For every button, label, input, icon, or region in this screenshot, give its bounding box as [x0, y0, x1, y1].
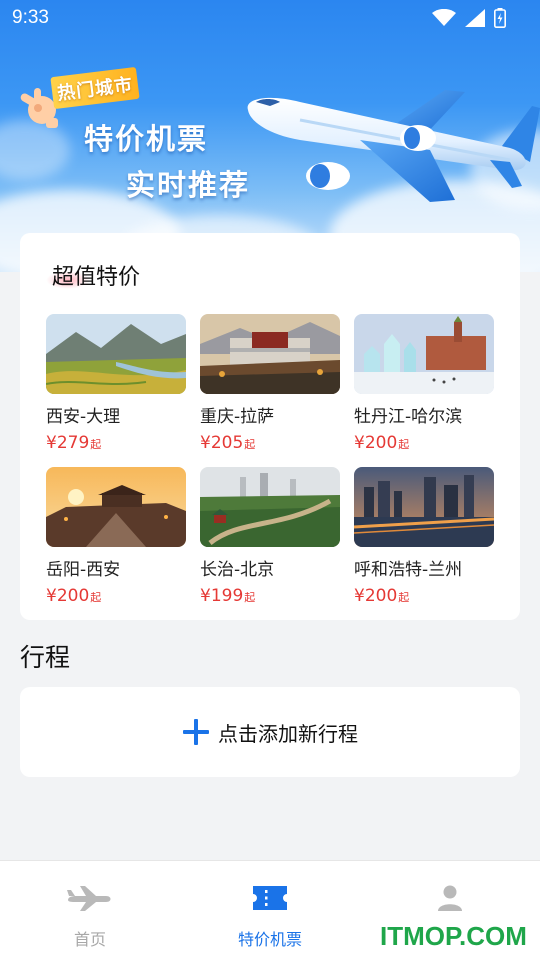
price-suffix: 起 — [244, 591, 256, 604]
deal-route: 牡丹江-哈尔滨 — [354, 407, 463, 427]
deal-route: 岳阳-西安 — [46, 560, 121, 580]
nav-label-home: 首页 — [73, 930, 106, 949]
deal-item[interactable]: 牡丹江-哈尔滨 ¥200起 — [354, 314, 494, 453]
cellular-signal-icon — [465, 9, 485, 27]
deal-price: ¥279起 — [46, 433, 186, 453]
deal-route: 长治-北京 — [200, 560, 275, 580]
price-suffix: 起 — [398, 438, 410, 451]
user-icon — [438, 885, 462, 911]
deal-price: ¥200起 — [354, 586, 494, 606]
deal-thumbnail — [354, 314, 494, 394]
itinerary-title: 行程 — [20, 643, 71, 672]
deal-item[interactable]: 岳阳-西安 ¥200起 — [46, 467, 186, 606]
price-suffix: 起 — [90, 438, 102, 451]
nav-tab-home[interactable]: 首页 — [30, 861, 150, 960]
battery-charging-icon — [494, 8, 506, 28]
price-value: ¥279 — [46, 433, 90, 453]
price-suffix: 起 — [398, 591, 410, 604]
deal-route: 重庆-拉萨 — [200, 407, 275, 427]
nav-label-deals: 特价机票 — [237, 930, 302, 949]
deal-price: ¥199起 — [200, 586, 340, 606]
hero-title-line2: 实时推荐 — [126, 168, 251, 202]
airplane-illustration — [247, 90, 540, 202]
price-value: ¥205 — [200, 433, 244, 453]
price-suffix: 起 — [90, 591, 102, 604]
price-value: ¥200 — [354, 586, 398, 606]
plus-icon — [183, 719, 209, 745]
deal-thumbnail — [354, 467, 494, 547]
airplane-icon — [67, 886, 111, 911]
status-bar: 9:33 — [0, 0, 540, 36]
price-value: ¥199 — [200, 586, 244, 606]
hero-title-line1: 特价机票 — [84, 122, 209, 156]
price-value: ¥200 — [354, 433, 398, 453]
deal-item[interactable]: 呼和浩特-兰州 ¥200起 — [354, 467, 494, 606]
nav-tab-deals[interactable]: 特价机票 — [210, 861, 330, 960]
deal-price: ¥200起 — [354, 433, 494, 453]
deals-title: 超值特价 — [52, 265, 141, 290]
deal-item[interactable]: 西安-大理 ¥279起 — [46, 314, 186, 453]
hero-banner: 热门城市 特价机票 实时推荐 9:33 — [0, 0, 540, 272]
deal-thumbnail — [46, 467, 186, 547]
watermark: ITMOP.COM — [380, 921, 527, 951]
deal-price: ¥205起 — [200, 433, 340, 453]
deal-thumbnail — [46, 314, 186, 394]
price-value: ¥200 — [46, 586, 90, 606]
add-itinerary-button[interactable]: 点击添加新行程 — [20, 687, 520, 777]
deal-thumbnail — [200, 314, 340, 394]
price-suffix: 起 — [244, 438, 256, 451]
status-time: 9:33 — [12, 7, 49, 28]
hot-cities-badge: 热门城市 — [50, 66, 140, 110]
ticket-icon — [253, 886, 287, 910]
deal-item[interactable]: 重庆-拉萨 ¥205起 — [200, 314, 340, 453]
wifi-icon — [432, 9, 456, 26]
deal-route: 西安-大理 — [46, 407, 121, 427]
deal-item[interactable]: 长治-北京 ¥199起 — [200, 467, 340, 606]
add-itinerary-label: 点击添加新行程 — [218, 721, 358, 746]
deal-price: ¥200起 — [46, 586, 186, 606]
deal-route: 呼和浩特-兰州 — [354, 560, 463, 580]
deal-thumbnail — [200, 467, 340, 547]
deals-card: 超值特价 西安-大理 ¥279起 重庆-拉萨 ¥205起 牡丹江-哈尔滨 ¥20… — [20, 233, 520, 620]
